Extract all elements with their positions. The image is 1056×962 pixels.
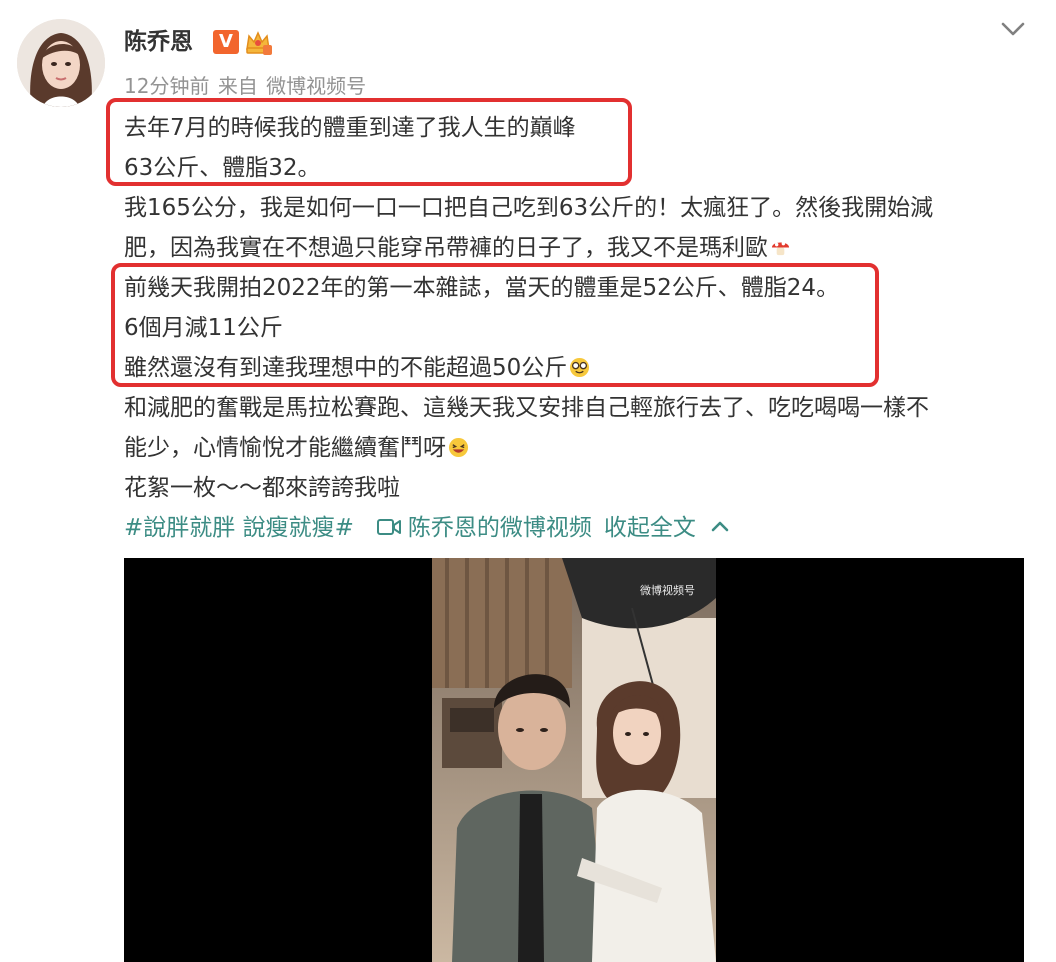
collapse-link[interactable]: 收起全文 xyxy=(604,515,696,541)
video-icon xyxy=(376,519,401,535)
content-line: 我165公分，我是如何一口一口把自己吃到63公斤的！太瘋狂了。然後我開始減 xyxy=(124,195,934,221)
content-line: 和減肥的奮戰是馬拉松賽跑、這幾天我又安排自己輕旅行去了、吃吃喝喝一樣不 xyxy=(124,395,929,421)
chevron-down-icon[interactable] xyxy=(999,14,1027,42)
avatar[interactable] xyxy=(17,19,105,107)
post-source[interactable]: 微博视频号 xyxy=(266,74,366,98)
grin-emoji-icon xyxy=(448,437,469,458)
content-line: 能少，心情愉悅才能繼續奮鬥呀 xyxy=(124,428,1024,468)
crown-badge-icon[interactable] xyxy=(243,27,273,57)
video-player[interactable]: 微博视频号 xyxy=(124,558,1024,962)
video-watermark: 微博视频号 xyxy=(640,584,695,597)
mushroom-emoji-icon xyxy=(771,241,790,256)
content-line: 雖然還沒有到達我理想中的不能超過50公斤 xyxy=(124,348,1024,388)
video-link[interactable]: 陈乔恩的微博视频 xyxy=(408,515,592,541)
post-time[interactable]: 12分钟前 xyxy=(124,74,209,98)
content-line: 花絮一枚～～都來誇誇我啦 xyxy=(124,475,400,501)
content-line: 63公斤、體脂32。 xyxy=(124,155,321,181)
video-frame: 微博视频号 xyxy=(432,558,716,962)
source-prefix: 来自 xyxy=(217,74,258,98)
video-still xyxy=(432,558,716,962)
content-line: 肥，因為我實在不想過只能穿吊帶褲的日子了，我又不是瑪利歐 xyxy=(124,228,1024,268)
username[interactable]: 陈乔恩 xyxy=(124,26,193,58)
post-meta: 12分钟前 来自 微博视频号 xyxy=(124,72,368,100)
content-line: 去年7月的時候我的體重到達了我人生的巔峰 xyxy=(124,115,576,141)
chevron-up-icon[interactable] xyxy=(710,519,730,533)
nerd-emoji-icon xyxy=(570,357,590,378)
content-line: 前幾天我開拍2022年的第一本雜誌，當天的體重是52公斤、體脂24。 xyxy=(124,275,840,301)
tag-row: #說胖就胖 說瘦就瘦# 陈乔恩的微博视频 收起全文 xyxy=(124,510,730,546)
verified-v-icon: V xyxy=(213,30,239,54)
post-content: 去年7月的時候我的體重到達了我人生的巔峰 63公斤、體脂32。 我165公分，我… xyxy=(124,108,1024,508)
content-line: 6個月減11公斤 xyxy=(124,315,283,341)
hashtag-link[interactable]: #說胖就胖 說瘦就瘦# xyxy=(124,515,354,541)
